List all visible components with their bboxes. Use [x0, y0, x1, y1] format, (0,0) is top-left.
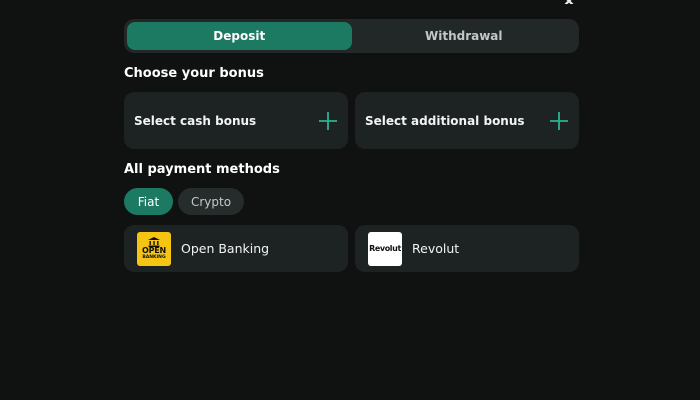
payment-method-revolut[interactable]: Revolut Revolut: [355, 225, 579, 272]
open-banking-logo-text: OPEN: [141, 245, 167, 255]
plus-icon: [319, 111, 337, 130]
tab-withdrawal[interactable]: Withdrawal: [352, 22, 577, 50]
deposit-withdrawal-tabs: Deposit Withdrawal: [124, 19, 579, 53]
payment-method-name: Revolut: [412, 241, 460, 256]
revolut-logo-text: Revolut: [369, 244, 401, 253]
additional-bonus-label: Select additional bonus: [365, 113, 525, 128]
close-icon: [564, 0, 574, 4]
payment-method-name: Open Banking: [181, 241, 270, 256]
filter-fiat[interactable]: Fiat: [124, 188, 173, 215]
deposit-page: Deposit Withdrawal Choose your bonus Sel…: [0, 0, 700, 400]
revolut-logo: Revolut: [368, 231, 402, 266]
filter-crypto[interactable]: Crypto: [178, 188, 244, 215]
open-banking-logo: OPEN BANKING: [137, 231, 171, 266]
payment-method-open-banking[interactable]: OPEN BANKING Open Banking: [124, 225, 348, 272]
select-additional-bonus-button[interactable]: Select additional bonus: [355, 92, 579, 149]
bonus-section-title: Choose your bonus: [124, 66, 264, 81]
payment-section-title: All payment methods: [124, 162, 280, 177]
bank-icon: [148, 236, 160, 247]
open-banking-logo-subtext: BANKING: [142, 254, 166, 260]
plus-icon: [550, 111, 568, 130]
select-cash-bonus-button[interactable]: Select cash bonus: [124, 92, 348, 149]
tab-deposit[interactable]: Deposit: [127, 22, 352, 50]
cash-bonus-label: Select cash bonus: [134, 113, 257, 128]
close-button[interactable]: [560, 0, 578, 4]
